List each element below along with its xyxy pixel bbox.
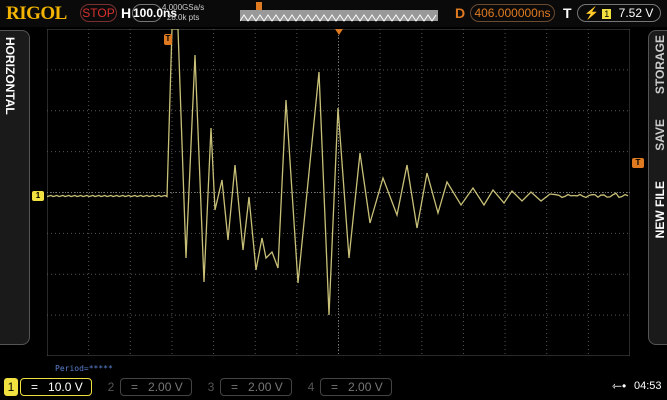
memory-depth: 28.0k pts <box>166 13 200 22</box>
timebase-value[interactable]: 100.0ns <box>132 4 177 22</box>
channel3-scale[interactable]: = 2.00 V <box>220 378 292 396</box>
top-status-bar: RIGOL STOP H 100.0ns 4.000GSa/s 28.0k pt… <box>0 0 667 27</box>
storage-menu-item[interactable]: STORAGE <box>653 35 667 94</box>
channel3-number[interactable]: 3 <box>204 378 218 396</box>
horizontal-menu-label: HORIZONTAL <box>3 37 17 115</box>
storage-menu-panel: STORAGE SAVE NEW FILE <box>648 30 667 345</box>
trigger-source: 1 <box>602 9 612 19</box>
rising-edge-icon: ⚡ <box>584 6 599 20</box>
new-file-menu-item[interactable]: NEW FILE <box>653 181 667 238</box>
horizontal-menu-tab[interactable]: HORIZONTAL <box>0 30 30 345</box>
usb-icon: ⇽• <box>612 379 627 393</box>
channel1-marker-label: 1 <box>35 191 41 200</box>
measurement-readout: Period=***** <box>55 364 113 373</box>
channel3-scale-value: 2.00 V <box>248 380 283 394</box>
clock: 04:53 <box>634 380 662 392</box>
channel4-number[interactable]: 4 <box>304 378 318 396</box>
trigger-level: 7.52 V <box>618 6 654 20</box>
channel2-scale[interactable]: = 2.00 V <box>120 378 192 396</box>
channel1-offset-marker[interactable]: 1 <box>32 191 44 201</box>
channel4-scale[interactable]: = 2.00 V <box>320 378 392 396</box>
memory-overview-bar <box>239 10 438 22</box>
sample-rate: 4.000GSa/s <box>162 3 205 12</box>
trigger-position-marker[interactable]: T <box>164 34 172 45</box>
trigger-marker-label: T <box>165 34 171 43</box>
dc-coupling-icon: = <box>131 380 139 394</box>
trigger-label: T <box>563 5 572 21</box>
channel1-scale-value: 10.0 V <box>48 380 83 394</box>
dc-coupling-icon: = <box>331 380 339 394</box>
channel1-number[interactable]: 1 <box>4 378 18 396</box>
trigger-info[interactable]: ⚡ 1 7.52 V <box>577 4 661 22</box>
dc-coupling-icon: = <box>231 380 239 394</box>
delay-value[interactable]: 406.000000ns <box>470 4 555 22</box>
waveform-display[interactable] <box>47 29 630 356</box>
save-menu-item[interactable]: SAVE <box>653 119 667 151</box>
trigger-level-marker[interactable]: T <box>632 158 644 168</box>
acquisition-info: 4.000GSa/s 28.0k pts <box>162 3 204 23</box>
trigger-level-marker-label: T <box>635 158 641 167</box>
horizontal-label: H <box>121 5 132 21</box>
delay-label: D <box>455 5 466 21</box>
dc-coupling-icon: = <box>31 380 39 394</box>
center-delay-marker <box>335 29 343 35</box>
rigol-logo: RIGOL <box>6 3 67 24</box>
channel1-scale[interactable]: = 10.0 V <box>20 378 92 396</box>
channel-bar: 1 = 10.0 V 2 = 2.00 V 3 = 2.00 V 4 = 2.0… <box>0 376 667 400</box>
memory-trigger-marker <box>256 2 262 10</box>
channel4-scale-value: 2.00 V <box>348 380 383 394</box>
channel2-scale-value: 2.00 V <box>148 380 183 394</box>
channel2-number[interactable]: 2 <box>104 378 118 396</box>
run-stop-indicator[interactable]: STOP <box>80 4 117 22</box>
channel1-waveform <box>47 29 629 316</box>
